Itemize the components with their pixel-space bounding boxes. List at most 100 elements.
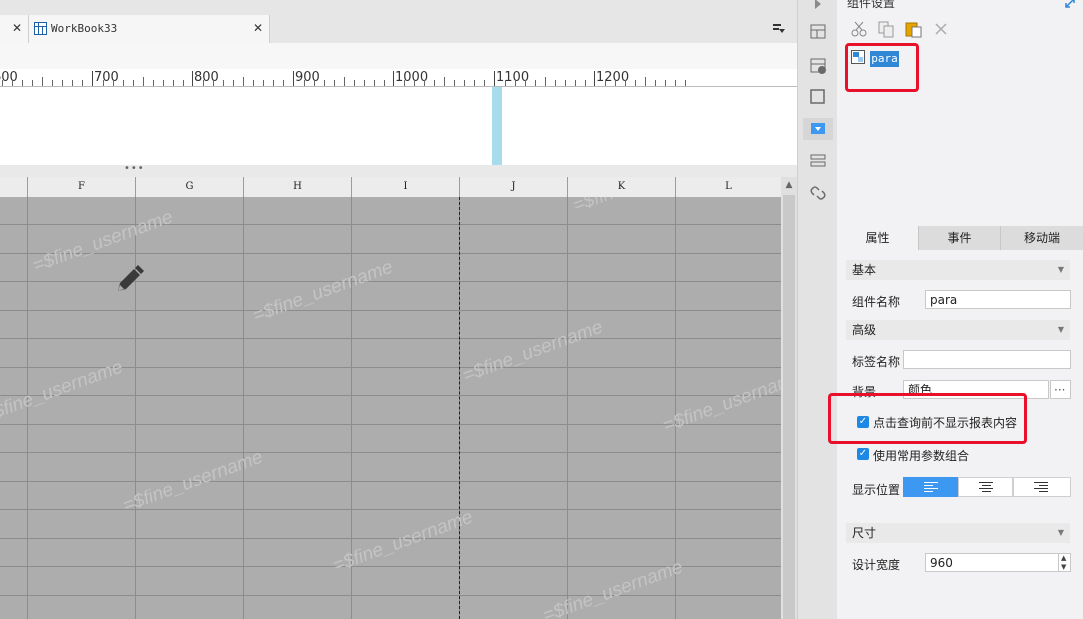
ruler-minor-tick: [22, 80, 23, 86]
frame-icon[interactable]: [808, 87, 828, 107]
align-left-button[interactable]: [903, 477, 958, 497]
ruler-minor-tick: [304, 80, 305, 86]
column-header-j[interactable]: J: [459, 177, 567, 197]
ruler-minor-tick: [575, 80, 576, 86]
background-more-button[interactable]: ···: [1050, 380, 1071, 399]
ruler-minor-tick: [344, 77, 345, 86]
grid-column-line: [675, 197, 676, 619]
ruler-minor-tick: [655, 80, 656, 86]
ruler-minor-tick: [153, 80, 154, 86]
tab-mobile[interactable]: 移动端: [1001, 226, 1083, 250]
pane-splitter[interactable]: [0, 165, 797, 177]
ruler-minor-tick: [515, 80, 516, 86]
tag-name-field[interactable]: [903, 350, 1071, 369]
ruler-minor-tick: [364, 80, 365, 86]
ruler-minor-tick: [434, 80, 435, 86]
component-name-field[interactable]: para: [925, 290, 1071, 309]
list-icon[interactable]: [808, 151, 828, 171]
play-icon[interactable]: [808, 0, 828, 16]
ruler-minor-tick: [263, 80, 264, 86]
design-width-field[interactable]: 960: [925, 553, 1059, 572]
ruler-minor-tick: [213, 80, 214, 86]
ruler-minor-tick: [565, 80, 566, 86]
use-common-params-checkbox[interactable]: ✓: [857, 448, 869, 460]
ruler-minor-tick: [545, 77, 546, 86]
section-size[interactable]: 尺寸 ▼: [846, 523, 1070, 543]
delete-icon[interactable]: [932, 20, 950, 38]
tree-item-para[interactable]: para: [870, 51, 899, 67]
ruler-minor-tick: [615, 80, 616, 86]
watermark-text: =$fine_username: [570, 197, 716, 218]
width-marker[interactable]: [492, 87, 502, 165]
column-header-k[interactable]: K: [567, 177, 675, 197]
column-header-l[interactable]: L: [675, 177, 781, 197]
cut-icon[interactable]: [850, 20, 868, 38]
grid-row-line: [0, 452, 781, 453]
ruler-minor-tick: [535, 80, 536, 86]
hide-before-query-checkbox[interactable]: ✓: [857, 416, 869, 428]
align-right-button[interactable]: [1013, 477, 1071, 497]
use-common-params-label[interactable]: 使用常用参数组合: [873, 447, 969, 464]
ruler-minor-tick: [163, 80, 164, 86]
tag-name-label: 标签名称: [852, 355, 901, 369]
column-header-g[interactable]: G: [135, 177, 243, 197]
grid-row-line: [0, 595, 781, 596]
ruler-minor-tick: [113, 80, 114, 86]
hide-before-query-label[interactable]: 点击查询前不显示报表内容: [873, 414, 1017, 431]
grid-row-line: [0, 338, 781, 339]
grid-row-line: [0, 253, 781, 254]
ruler-minor-tick: [103, 80, 104, 86]
component-name-label: 组件名称: [852, 295, 901, 309]
ruler-label: 800: [194, 70, 219, 85]
section-basic-title: 基本: [852, 263, 877, 277]
scroll-up-icon[interactable]: ▲: [781, 177, 797, 193]
ruler-minor-tick: [52, 80, 53, 86]
watermark-text: =$fine_username: [660, 366, 781, 437]
align-right-icon: [1034, 482, 1048, 494]
link-icon[interactable]: [808, 183, 828, 203]
copy-icon[interactable]: [877, 20, 895, 38]
expand-icon[interactable]: [1064, 0, 1076, 9]
scrollbar-thumb[interactable]: [783, 195, 795, 619]
layout-icon[interactable]: [808, 22, 828, 42]
tab-previous[interactable]: ✕: [0, 15, 29, 43]
ruler-minor-tick: [645, 77, 646, 86]
tab-close-icon[interactable]: ✕: [253, 21, 263, 35]
grid-row-line: [0, 310, 781, 311]
paste-icon[interactable]: [904, 20, 922, 38]
ruler-minor-tick: [424, 80, 425, 86]
ruler-label: 700: [94, 70, 119, 85]
tab-list-dropdown-icon[interactable]: [772, 23, 786, 35]
designer-toolbar: [0, 43, 797, 69]
section-basic[interactable]: 基本 ▼: [846, 260, 1070, 280]
widget-settings-icon[interactable]: [808, 56, 828, 76]
parameter-widget-icon[interactable]: [803, 118, 833, 140]
align-center-button[interactable]: [958, 477, 1013, 497]
background-field[interactable]: 颜色: [903, 380, 1049, 399]
column-header-h[interactable]: H: [243, 177, 351, 197]
tab-events[interactable]: 事件: [919, 226, 1001, 250]
ruler-label: 900: [295, 70, 320, 85]
column-header[interactable]: [0, 177, 27, 197]
ruler-major-tick: [293, 71, 294, 86]
tab-properties[interactable]: 属性: [837, 226, 919, 250]
section-advanced[interactable]: 高级 ▼: [846, 320, 1070, 340]
ruler-minor-tick: [525, 80, 526, 86]
column-header-f[interactable]: F: [27, 177, 135, 197]
ruler-minor-tick: [62, 80, 63, 86]
tab-close-icon[interactable]: ✕: [12, 21, 22, 35]
parameter-pane-icon: [851, 50, 865, 64]
grid-column-line: [567, 197, 568, 619]
ruler-major-tick: [92, 71, 93, 86]
design-width-stepper[interactable]: ▲ ▼: [1058, 553, 1071, 572]
ruler-minor-tick: [173, 80, 174, 86]
property-tabs: 属性 事件 移动端: [837, 226, 1083, 250]
report-grid[interactable]: =$fine_username =$fine_username =$fine_use…: [0, 197, 781, 619]
column-header-i[interactable]: I: [351, 177, 459, 197]
ruler-minor-tick: [82, 80, 83, 86]
tab-workbook33[interactable]: WorkBook33 ✕: [29, 15, 270, 43]
ruler-minor-tick: [665, 80, 666, 86]
parameter-pane[interactable]: [0, 87, 797, 165]
watermark-text: =$fine_username: [30, 206, 176, 277]
splitter-handle[interactable]: •••: [124, 163, 145, 174]
